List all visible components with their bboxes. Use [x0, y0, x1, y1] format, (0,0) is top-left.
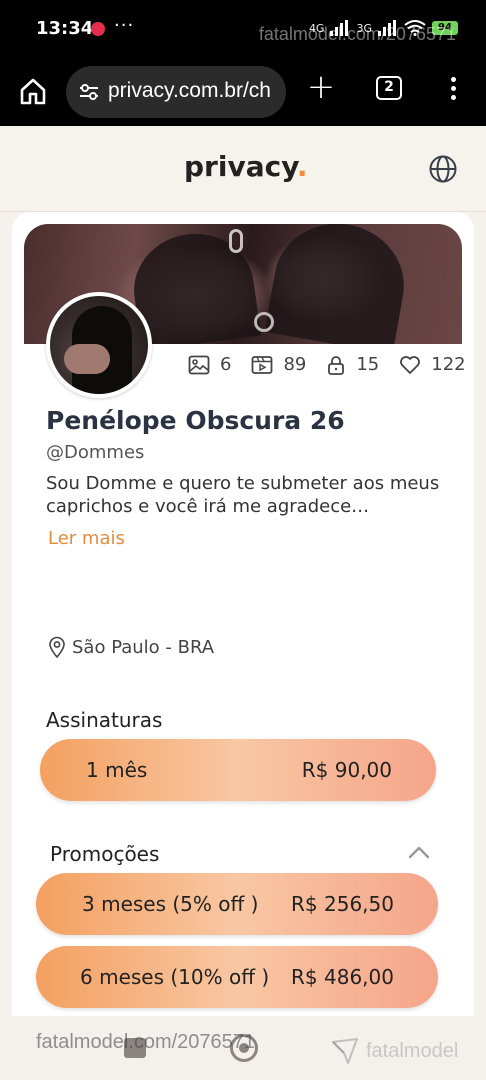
profile-location: São Paulo - BRA	[48, 636, 214, 658]
plan-label: 6 meses (10% off )	[80, 965, 270, 989]
plan-price: R$ 256,50	[291, 892, 394, 916]
avatar[interactable]	[46, 292, 152, 398]
watermark-brand-text: fatalmodel	[366, 1039, 459, 1062]
video-icon	[252, 355, 273, 374]
profile-card: 6 89 15 122 Penélope Obscura 26 @Dommes …	[12, 212, 474, 1032]
address-bar[interactable]: privacy.com.br/ch	[66, 66, 286, 118]
language-globe-icon[interactable]	[428, 154, 458, 184]
likes-count: 122	[431, 354, 466, 375]
tiktok-notification-icon	[91, 22, 105, 36]
read-more-link[interactable]: Ler mais	[48, 528, 125, 549]
new-tab-button[interactable]: +	[306, 70, 336, 104]
tab-switcher-button[interactable]: 2	[376, 76, 402, 100]
fatalmodel-logo-icon	[332, 1038, 358, 1064]
plan-label: 3 meses (5% off )	[82, 892, 259, 916]
stat-likes: 122	[399, 354, 466, 375]
videos-count: 89	[283, 354, 307, 375]
promotion-plan-button[interactable]: 6 meses (10% off ) R$ 486,00	[36, 946, 438, 1008]
promotion-plan-button[interactable]: 3 meses (5% off ) R$ 256,50	[36, 873, 438, 935]
profile-name: Penélope Obscura 26	[46, 406, 345, 435]
site-settings-icon[interactable]	[78, 82, 100, 102]
browser-menu-icon[interactable]	[448, 74, 458, 104]
status-bar: 13:34 ··· 4G 3G 94 fatalmodel.com/207657…	[0, 0, 486, 62]
privacy-logo[interactable]: privacy.	[184, 150, 308, 183]
image-icon	[188, 355, 210, 374]
status-time: 13:34	[36, 18, 94, 39]
home-icon[interactable]	[18, 76, 48, 106]
watermark-top: fatalmodel.com/2076571	[258, 24, 456, 44]
profile-stats: 6 89 15 122	[188, 354, 486, 375]
profile-handle: @Dommes	[46, 442, 145, 463]
stat-videos: 89	[251, 354, 306, 375]
chevron-up-icon[interactable]	[406, 840, 432, 866]
lock-icon	[328, 355, 345, 375]
browser-toolbar: privacy.com.br/ch + 2	[0, 62, 486, 126]
plan-price: R$ 90,00	[301, 758, 392, 782]
promotions-heading: Promoções	[50, 842, 160, 866]
profile-bio: Sou Domme e quero te submeter aos meus c…	[46, 473, 440, 517]
url-text: privacy.com.br/ch	[108, 79, 271, 102]
heart-icon	[400, 355, 421, 374]
location-pin-icon	[49, 636, 65, 658]
plan-label: 1 mês	[86, 758, 148, 782]
stat-locked: 15	[326, 354, 379, 375]
photos-count: 6	[220, 354, 232, 375]
site-header: privacy.	[0, 126, 486, 212]
stat-photos: 6	[188, 354, 231, 375]
location-text: São Paulo - BRA	[72, 636, 215, 658]
subscription-plan-button[interactable]: 1 mês R$ 90,00	[40, 739, 436, 801]
locked-count: 15	[356, 354, 380, 375]
more-notifications-icon: ···	[114, 15, 135, 36]
plan-price: R$ 486,00	[291, 965, 394, 989]
watermark-brand: fatalmodel	[330, 1036, 458, 1066]
subscriptions-heading: Assinaturas	[46, 708, 163, 732]
watermark-bottom-url: fatalmodel.com/2076571	[36, 1031, 256, 1053]
